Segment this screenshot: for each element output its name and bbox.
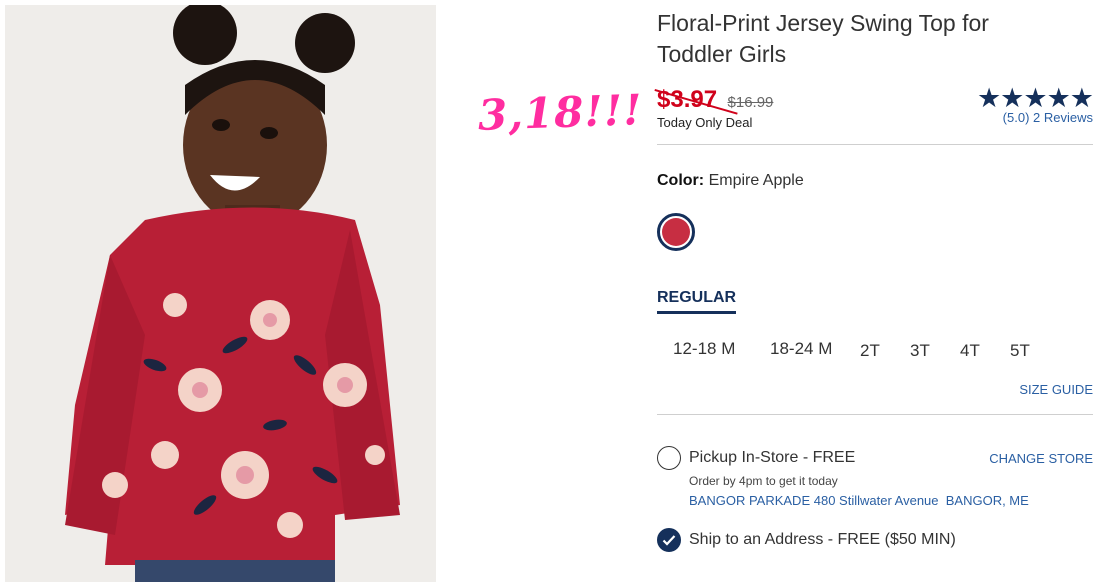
divider <box>657 144 1093 145</box>
product-title: Floral-Print Jersey Swing Top for Toddle… <box>657 10 989 67</box>
color-name: Empire Apple <box>708 172 804 189</box>
store-address-link[interactable]: BANGOR PARKADE 480 Stillwater Avenue BAN… <box>689 493 1029 508</box>
product-image <box>5 5 436 582</box>
product-info-panel: Floral-Print Jersey Swing Top for Toddle… <box>657 0 1094 582</box>
sale-price: $3.97 <box>657 86 718 113</box>
review-count[interactable]: 2 Reviews <box>1033 110 1093 125</box>
ship-label[interactable]: Ship to an Address - FREE ($50 MIN) <box>689 531 956 549</box>
color-swatch-empire-apple[interactable] <box>657 213 695 251</box>
color-label: Color: Empire Apple <box>657 172 804 190</box>
size-guide-link[interactable]: SIZE GUIDE <box>1019 382 1093 397</box>
pickup-label[interactable]: Pickup In-Store - FREE <box>689 449 855 467</box>
size-option[interactable]: 2T <box>860 341 880 361</box>
deal-label: Today Only Deal <box>657 115 753 130</box>
ship-radio[interactable] <box>657 528 681 552</box>
original-price: $16.99 <box>727 94 774 111</box>
star-rating-icon: ★★★★★ <box>976 83 1094 113</box>
price-block: $3.97 $16.99 Today Only Deal <box>657 86 773 130</box>
pickup-order-by: Order by 4pm to get it today <box>689 474 838 488</box>
size-option[interactable]: 3T <box>910 341 930 361</box>
size-option[interactable]: 18-24 M <box>770 339 832 359</box>
rating-score: (5.0) <box>1002 110 1030 125</box>
pickup-radio[interactable] <box>657 446 681 470</box>
color-label-heading: Color: <box>657 172 705 189</box>
swatch-floral-icon <box>662 218 690 246</box>
checkmark-icon <box>662 535 676 546</box>
divider <box>657 414 1093 415</box>
change-store-link[interactable]: CHANGE STORE <box>989 451 1093 466</box>
tab-regular[interactable]: REGULAR <box>657 289 737 314</box>
size-selector: 12-18 M 18-24 M 2T 3T 4T 5T <box>657 339 1093 363</box>
size-option[interactable]: 4T <box>960 341 980 361</box>
size-option[interactable]: 5T <box>1010 341 1030 361</box>
size-option[interactable]: 12-18 M <box>673 339 735 359</box>
handwritten-price-annotation: 3,18!!! <box>477 85 644 140</box>
rating[interactable]: ★★★★★ (5.0) 2 Reviews <box>976 83 1094 126</box>
